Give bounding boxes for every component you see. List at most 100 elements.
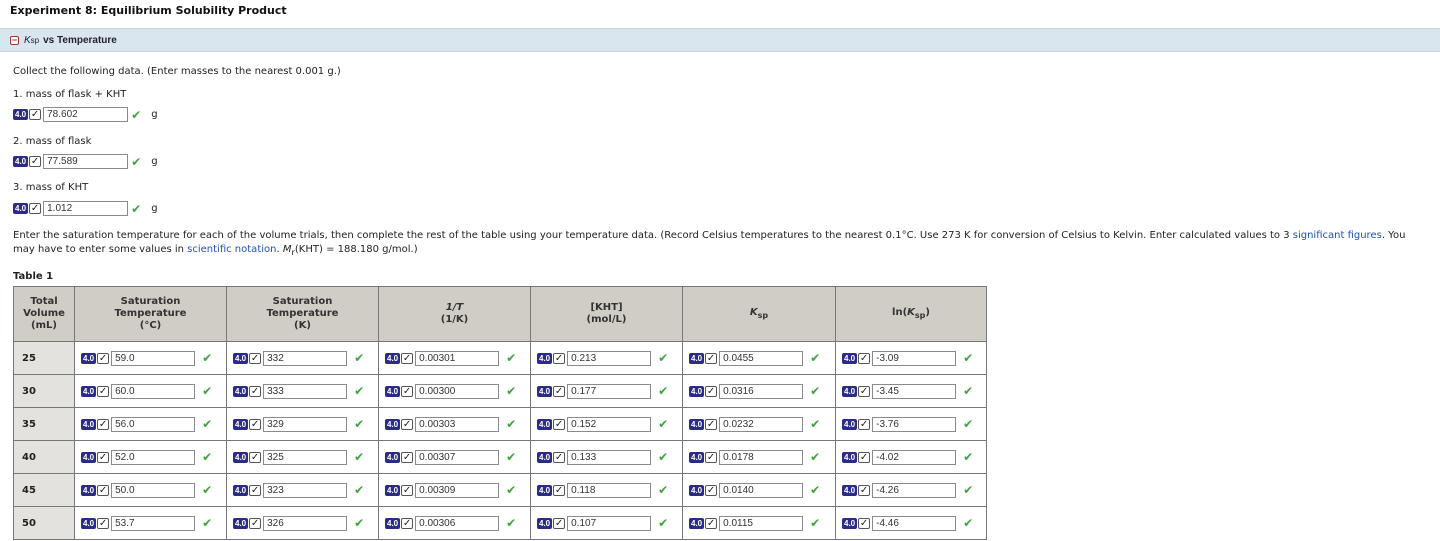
score-badge: 4.0 ✓ (385, 418, 414, 430)
correct-check-icon: ✔ (963, 384, 974, 398)
ksp-input[interactable] (719, 515, 804, 531)
score-value: 4.0 (537, 484, 553, 496)
ksp-input[interactable] (719, 383, 804, 399)
inverse-t-input[interactable] (415, 350, 500, 366)
table-cell: 4.0✓ ✔ (378, 473, 531, 507)
sat-temp-k-input[interactable] (263, 449, 348, 465)
mass-flask-kht-input[interactable] (43, 107, 129, 122)
cell-content: 4.0✓ ✔ (689, 515, 835, 531)
ln-ksp-input[interactable] (872, 350, 957, 366)
score-badge: 4.0 ✓ (81, 451, 110, 463)
section-title: vs Temperature (43, 34, 117, 46)
header-line: Volume (23, 308, 65, 319)
ln-ksp-input[interactable] (872, 416, 957, 432)
question-label: 2. mass of flask (13, 136, 92, 147)
mass-kht-input[interactable] (43, 201, 129, 216)
table-cell: 4.0✓ ✔ (226, 341, 379, 375)
cell-content: 4.0✓ ✔ (689, 449, 835, 465)
checkmark-icon: ✓ (97, 484, 110, 496)
sat-temp-k-input[interactable] (263, 482, 348, 498)
sat-temp-c-input[interactable] (111, 449, 196, 465)
sat-temp-c-input[interactable] (111, 383, 196, 399)
sat-temp-k-input[interactable] (263, 383, 348, 399)
kht-conc-input[interactable] (567, 449, 652, 465)
inverse-t-input[interactable] (415, 482, 500, 498)
checkmark-icon: ✓ (249, 517, 262, 529)
correct-check-icon: ✔ (131, 154, 142, 169)
sat-temp-c-input[interactable] (111, 515, 196, 531)
header-sat-temp-k: Saturation Temperature (K) (226, 286, 379, 342)
score-badge: 4.0 ✓ (689, 484, 718, 496)
sat-temp-c-input[interactable] (111, 350, 196, 366)
table-cell: 4.0✓ ✔ (530, 440, 683, 474)
cell-content: 4.0✓ ✔ (81, 383, 226, 399)
ksp-input[interactable] (719, 350, 804, 366)
collapse-icon[interactable]: − (10, 35, 19, 45)
table-cell: 4.0✓ ✔ (835, 506, 987, 540)
score-badge: 4.0 ✓ (233, 484, 262, 496)
inverse-t-input[interactable] (415, 416, 500, 432)
checkmark-icon: ✓ (705, 385, 718, 397)
cell-content: 4.0✓ ✔ (81, 482, 226, 498)
correct-check-icon: ✔ (810, 483, 821, 497)
cell-content: 4.0✓ ✔ (689, 482, 835, 498)
score-badge: 4.0 ✓ (537, 418, 566, 430)
header-line: (mL) (31, 320, 57, 331)
score-value: 4.0 (689, 385, 705, 397)
header-line: Temperature (266, 308, 339, 319)
kht-conc-input[interactable] (567, 515, 652, 531)
kht-conc-input[interactable] (567, 350, 652, 366)
table-cell: 4.0✓ ✔ (835, 407, 987, 441)
checkmark-icon: ✓ (858, 385, 871, 397)
ln-ksp-input[interactable] (872, 515, 957, 531)
inverse-t-input[interactable] (415, 515, 500, 531)
kht-conc-input[interactable] (567, 482, 652, 498)
table-row: 254.0✓✔4.0✓✔4.0✓✔4.0✓✔4.0✓✔4.0✓✔ (13, 341, 987, 375)
header-inverse-t: 1/T (1/K) (378, 286, 531, 342)
sat-temp-c-input[interactable] (111, 416, 196, 432)
table-cell: 4.0✓ ✔ (835, 374, 987, 408)
checkmark-icon: ✓ (858, 517, 871, 529)
header-line: Saturation (120, 296, 181, 307)
ksp-input[interactable] (719, 449, 804, 465)
score-badge: 4.0 ✓ (13, 203, 42, 215)
instruction-text: Enter the saturation temperature for eac… (13, 230, 1293, 241)
inverse-t-input[interactable] (415, 383, 500, 399)
table-instructions: Enter the saturation temperature for eac… (13, 229, 1428, 259)
correct-check-icon: ✔ (658, 516, 669, 530)
ksp-input[interactable] (719, 416, 804, 432)
score-badge: 4.0 ✓ (842, 451, 871, 463)
ln-ksp-input[interactable] (872, 383, 957, 399)
ksp-input[interactable] (719, 482, 804, 498)
data-table: Total Volume (mL) Saturation Temperature (°C… (13, 286, 987, 540)
sat-temp-k-input[interactable] (263, 350, 348, 366)
correct-check-icon: ✔ (354, 384, 365, 398)
sat-temp-c-input[interactable] (111, 482, 196, 498)
kht-conc-input[interactable] (567, 383, 652, 399)
table-cell: 4.0✓ ✔ (682, 374, 836, 408)
checkmark-icon: ✓ (858, 352, 871, 364)
table-cell: 4.0✓ ✔ (682, 506, 836, 540)
scientific-notation-link[interactable]: scientific notation (187, 244, 276, 255)
cell-content: 4.0✓ ✔ (233, 482, 378, 498)
mass-flask-input[interactable] (43, 154, 129, 169)
cell-content: 4.0✓ ✔ (689, 350, 835, 366)
score-value: 4.0 (233, 517, 249, 529)
correct-check-icon: ✔ (506, 483, 517, 497)
cell-content: 4.0✓ ✔ (537, 383, 682, 399)
sat-temp-k-input[interactable] (263, 515, 348, 531)
significant-figures-link[interactable]: significant figures (1293, 230, 1382, 241)
cell-content: 4.0✓ ✔ (537, 515, 682, 531)
kht-conc-input[interactable] (567, 416, 652, 432)
table-cell: 4.0✓ ✔ (74, 407, 227, 441)
cell-content: 4.0✓ ✔ (537, 416, 682, 432)
sat-temp-k-input[interactable] (263, 416, 348, 432)
ln-ksp-input[interactable] (872, 449, 957, 465)
inverse-t-input[interactable] (415, 449, 500, 465)
score-badge: 4.0 ✓ (233, 418, 262, 430)
section-header[interactable]: − Ksp vs Temperature (0, 28, 1440, 52)
score-badge: 4.0 ✓ (842, 352, 871, 364)
checkmark-icon: ✓ (401, 517, 414, 529)
table-cell: 4.0✓ ✔ (682, 407, 836, 441)
ln-ksp-input[interactable] (872, 482, 957, 498)
